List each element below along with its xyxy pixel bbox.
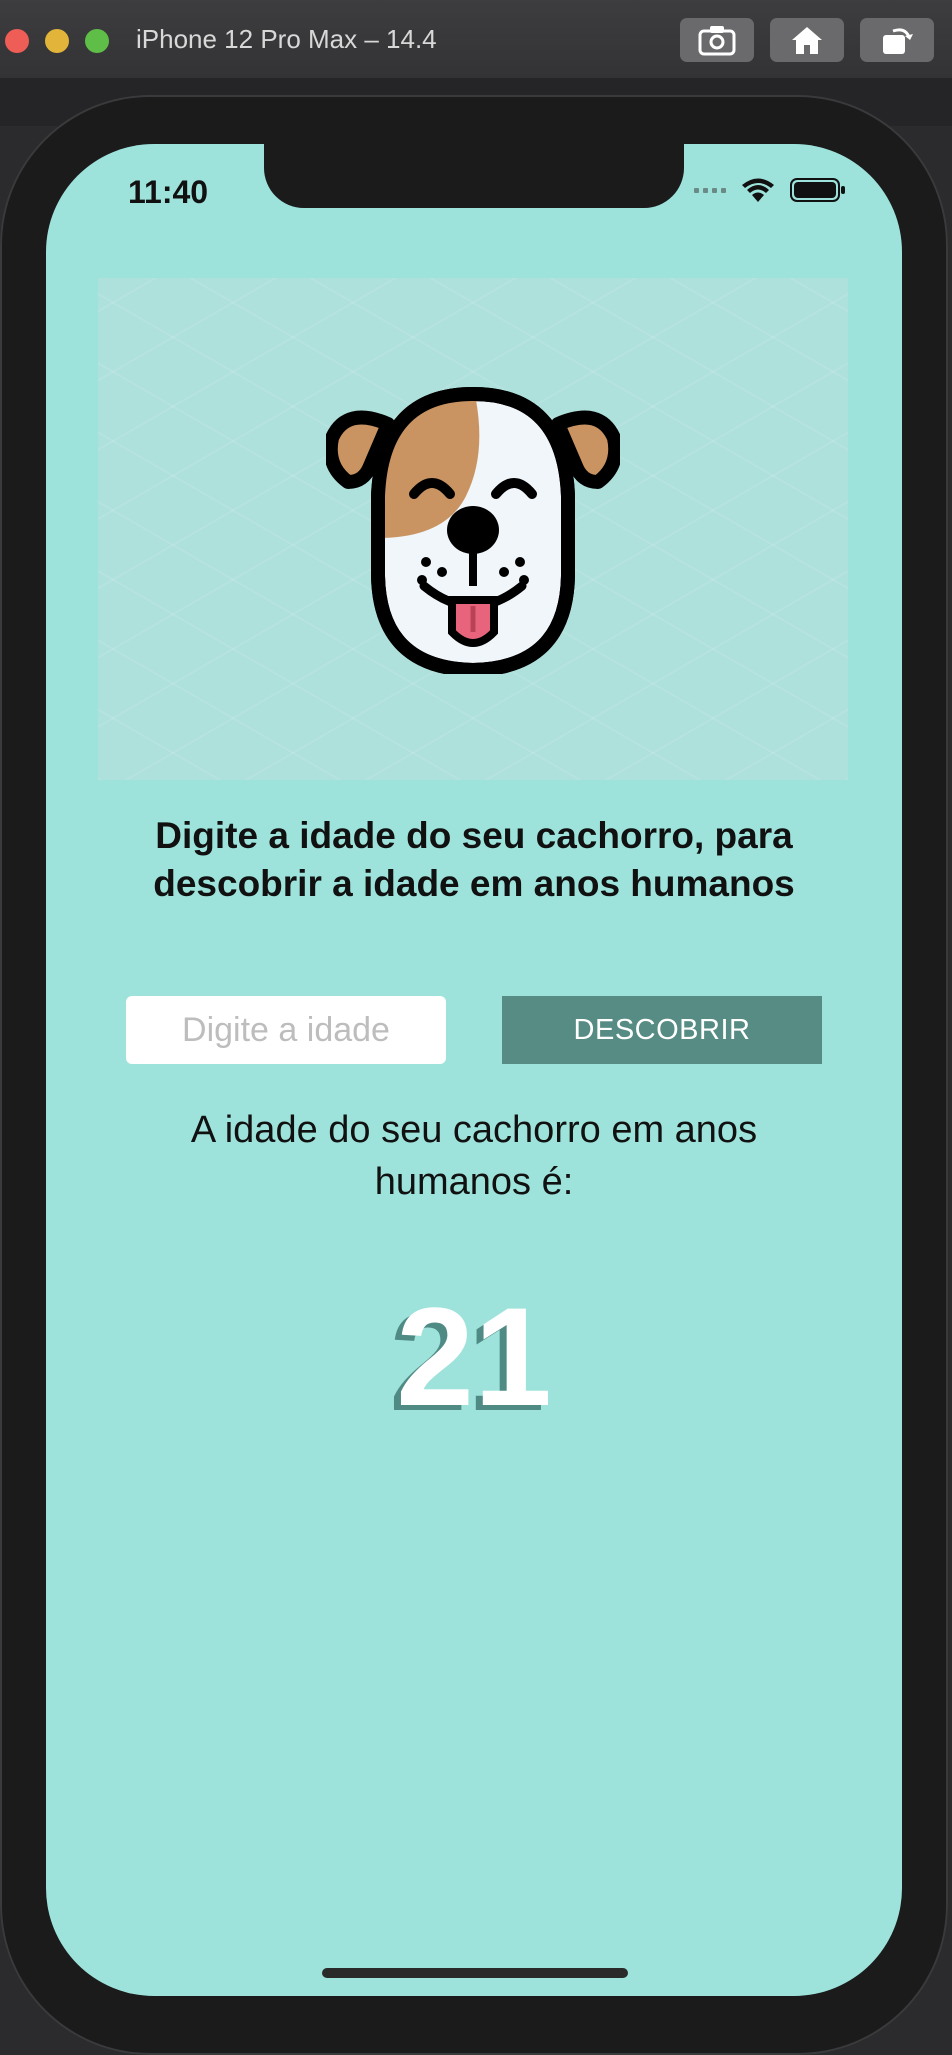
- wifi-icon: [742, 178, 774, 202]
- result-value: 21: [396, 1278, 552, 1435]
- screenshot-button[interactable]: [680, 18, 754, 62]
- home-button[interactable]: [770, 18, 844, 62]
- age-input[interactable]: [126, 996, 446, 1064]
- battery-icon: [790, 178, 845, 202]
- minimize-window-button[interactable]: [45, 29, 69, 53]
- status-icons: [694, 176, 846, 204]
- signal-icon: [694, 187, 726, 193]
- simulator-title-bar: iPhone 12 Pro Max – 14.4: [0, 0, 952, 79]
- window-title: iPhone 12 Pro Max – 14.4: [136, 24, 437, 54]
- home-indicator[interactable]: [322, 1968, 628, 1978]
- result-label: A idade do seu cachorro em anos humanos …: [190, 1109, 758, 1203]
- rotate-button[interactable]: [860, 18, 934, 62]
- rotate-icon: [883, 28, 913, 54]
- prompt-text: Digite a idade do seu cachorro, para des…: [153, 815, 795, 904]
- screenshot-icon: [698, 26, 736, 56]
- phone-screen: 11:40 Digite a idade do seu cachorro, pa…: [46, 144, 902, 1996]
- status-time: 11:40: [128, 174, 209, 210]
- discover-button[interactable]: DESCOBRIR: [502, 996, 822, 1064]
- zoom-window-button[interactable]: [85, 29, 109, 53]
- hero-image: [98, 278, 848, 780]
- notch: [264, 144, 684, 208]
- home-icon: [792, 27, 822, 54]
- close-window-button[interactable]: [5, 29, 29, 53]
- dog-face-icon: [326, 386, 620, 674]
